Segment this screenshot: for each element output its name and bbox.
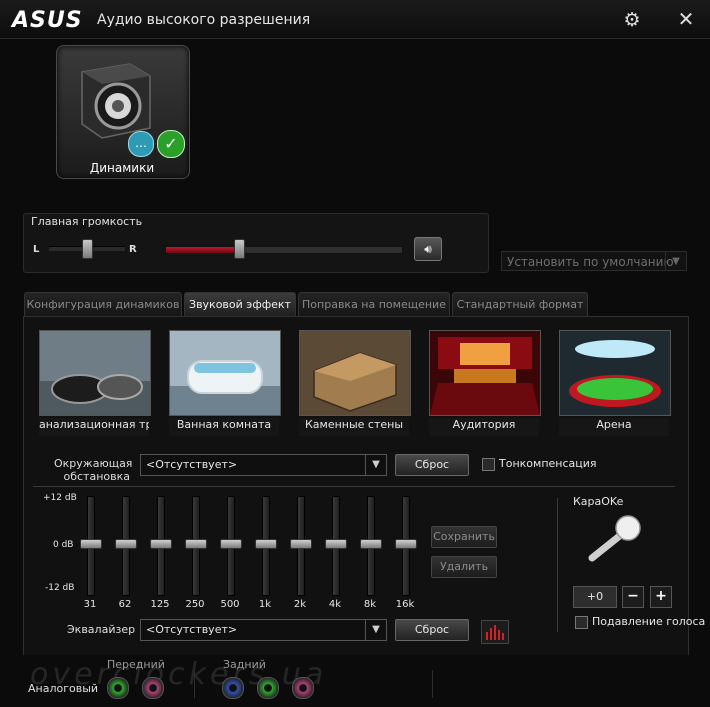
effect-tile-auditorium[interactable]: [429, 330, 541, 416]
volume-slider-fill: [166, 247, 239, 253]
eq-band-thumb[interactable]: [360, 539, 382, 549]
karaoke-title: КараOKe: [573, 495, 624, 508]
divider-vertical: [557, 498, 558, 632]
effect-label-sewer: анализационная труб: [39, 418, 149, 436]
chat-badge-icon: …: [128, 131, 154, 157]
eq-delete-button[interactable]: Удалить: [431, 556, 497, 578]
equalizer-bars-icon[interactable]: [481, 620, 509, 644]
equalizer-preset-select[interactable]: <Отсутствует> ▼: [140, 619, 387, 641]
eq-band-label: 2k: [293, 599, 307, 610]
eq-db-mid: 0 dB: [53, 540, 74, 550]
eq-band-thumb[interactable]: [290, 539, 312, 549]
effect-tile-arena[interactable]: [559, 330, 671, 416]
rear-jacks-label: Задний: [223, 658, 266, 671]
device-label: Динамики: [89, 161, 155, 175]
environment-value: <Отсутствует>: [146, 458, 238, 471]
loudness-checkbox[interactable]: [482, 458, 495, 471]
eq-db-bottom: -12 dB: [45, 583, 75, 593]
environment-select[interactable]: <Отсутствует> ▼: [140, 454, 387, 476]
divider: [432, 670, 433, 698]
volume-slider-thumb[interactable]: [234, 239, 245, 259]
eq-band-label: 125: [150, 599, 170, 610]
rear-blue-jack[interactable]: [222, 677, 244, 699]
equalizer-reset-button[interactable]: Сброс: [395, 619, 469, 641]
voice-cancel-label: Подавление голоса: [592, 615, 706, 628]
rear-pink-jack[interactable]: [292, 677, 314, 699]
microphone-icon: [588, 515, 641, 562]
mute-button[interactable]: 🔊︎: [414, 237, 442, 261]
chevron-down-icon: ▼: [365, 620, 386, 640]
eq-band-thumb[interactable]: [80, 539, 102, 549]
eq-band-label: 4k: [328, 599, 342, 610]
eq-band-thumb[interactable]: [220, 539, 242, 549]
effect-label-bathroom: Ванная комната: [169, 418, 279, 436]
set-default-dropdown[interactable]: Установить по умолчанию ▼: [501, 251, 687, 271]
environment-label: Окружающая обстановка: [54, 457, 133, 483]
front-pink-jack[interactable]: [142, 677, 164, 699]
equalizer-label: Эквалайзер: [67, 623, 136, 636]
window-title: Аудио высокого разрешения: [97, 12, 311, 28]
asus-logo: ASUS: [12, 8, 83, 33]
effect-tile-bathroom[interactable]: [169, 330, 281, 416]
eq-band-label: 8k: [363, 599, 377, 610]
eq-db-top: +12 dB: [43, 493, 77, 503]
eq-band-label: 16k: [395, 599, 415, 610]
loudness-label: Тонкомпенсация: [499, 457, 597, 470]
eq-band-label: 500: [220, 599, 240, 610]
effect-label-auditorium: Аудитория: [429, 418, 539, 436]
close-icon[interactable]: ✕: [675, 8, 697, 30]
balance-right-label: R: [129, 244, 137, 255]
eq-band-thumb[interactable]: [325, 539, 347, 549]
tab-sound-effect[interactable]: Звуковой эффект: [184, 292, 296, 317]
chevron-down-icon: ▼: [665, 252, 686, 270]
set-default-label: Установить по умолчанию: [507, 255, 674, 269]
front-jacks-label: Передний: [107, 658, 165, 671]
tab-speaker-config[interactable]: Конфигурация динамиков: [24, 292, 182, 317]
eq-band-thumb[interactable]: [185, 539, 207, 549]
speaker-icon: [81, 63, 151, 139]
balance-left-label: L: [33, 244, 40, 255]
eq-band-thumb[interactable]: [395, 539, 417, 549]
equalizer-preset-value: <Отсутствует>: [146, 623, 238, 636]
karaoke-pitch-value: +0: [573, 586, 617, 608]
speaker-volume-icon: 🔊︎: [424, 242, 432, 256]
gear-icon[interactable]: ⚙: [621, 9, 643, 31]
environment-reset-button[interactable]: Сброс: [395, 454, 469, 476]
eq-band-label: 1k: [258, 599, 272, 610]
divider: [33, 486, 675, 487]
analog-label: Аналоговый: [28, 682, 99, 695]
eq-band-label: 31: [83, 599, 97, 610]
karaoke-minus-button[interactable]: −: [622, 586, 644, 608]
karaoke-plus-button[interactable]: +: [650, 586, 672, 608]
front-green-jack[interactable]: [107, 677, 129, 699]
eq-band-label: 250: [185, 599, 205, 610]
effect-tile-stone-walls[interactable]: [299, 330, 411, 416]
eq-band-label: 62: [118, 599, 132, 610]
check-badge-icon: ✓: [157, 130, 185, 158]
effect-label-arena: Арена: [559, 418, 669, 436]
divider: [194, 670, 195, 698]
effect-tile-sewer[interactable]: [39, 330, 151, 416]
balance-slider-thumb[interactable]: [82, 239, 93, 259]
effect-label-stone-walls: Каменные стены: [299, 418, 409, 436]
tab-standard-format[interactable]: Стандартный формат: [452, 292, 588, 317]
eq-band-thumb[interactable]: [150, 539, 172, 549]
main-volume-title: Главная громкость: [31, 215, 143, 228]
eq-band-thumb[interactable]: [115, 539, 137, 549]
chevron-down-icon: ▼: [365, 455, 386, 475]
rear-green-jack[interactable]: [257, 677, 279, 699]
tab-room-correction[interactable]: Поправка на помещение: [298, 292, 450, 317]
voice-cancel-checkbox[interactable]: [575, 616, 588, 629]
eq-save-button[interactable]: Сохранить: [431, 526, 497, 548]
eq-band-thumb[interactable]: [255, 539, 277, 549]
